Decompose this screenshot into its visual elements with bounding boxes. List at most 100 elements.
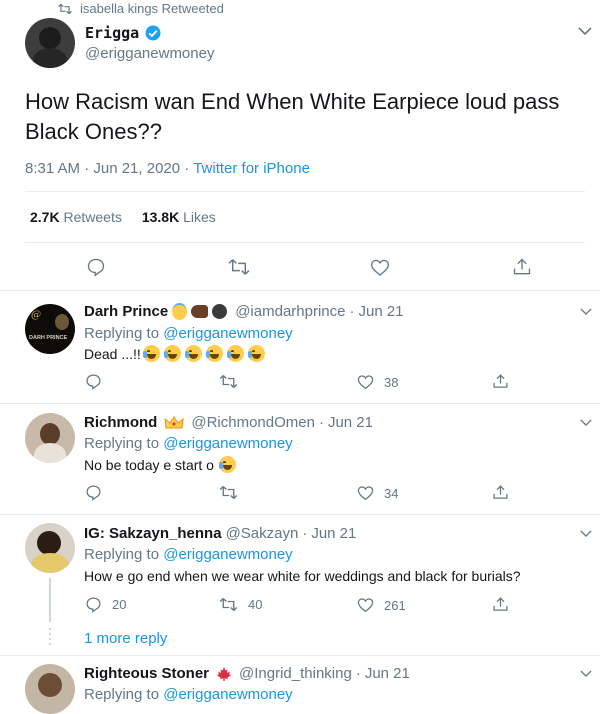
retweet-header: isabella kings Retweeted [58,1,224,16]
reply-text: Dead ...!! [84,345,141,362]
reply-author-name[interactable]: IG: Sakzayn_henna [84,525,222,542]
share-icon[interactable] [512,257,532,277]
replying-to-handle[interactable]: @erigganewmoney [163,546,292,563]
share-icon [492,484,509,501]
share-icon [492,596,509,613]
retweet-count: 40 [248,597,263,612]
reply-handle[interactable]: @Ingrid_thinking [239,665,352,682]
author-name[interactable]: Erigga [85,24,139,42]
divider [0,655,600,656]
reply-icon [85,596,102,613]
chevron-down-icon[interactable] [580,529,592,538]
tweet-source[interactable]: Twitter for iPhone [193,160,310,177]
like-button[interactable]: 34 [357,485,398,501]
heart-icon [357,597,374,613]
like-count: 38 [384,374,399,390]
reply-author-name[interactable]: Righteous Stoner [84,665,209,682]
reply-avatar[interactable] [25,664,75,714]
reply-handle[interactable]: @RichmondOmen [191,414,315,431]
angel-emoji-icon [172,303,188,320]
retweet-button[interactable]: 40 [219,597,262,612]
verified-badge-icon [144,24,162,42]
chevron-down-icon[interactable] [578,26,592,36]
share-button[interactable] [492,373,509,390]
reply-handle[interactable]: @Sakzayn [226,525,299,542]
canada-flag-icon [216,666,232,681]
reply-icon [85,373,102,390]
replying-to-handle[interactable]: @erigganewmoney [163,325,292,342]
retweets-count: 2.7K [30,209,60,225]
reply-date[interactable]: Jun 21 [358,303,403,320]
reply-avatar[interactable] [25,413,75,463]
retweets-label: Retweets [63,209,122,225]
reply-header: IG: Sakzayn_henna @Sakzayn · Jun 21 [84,525,357,542]
reply-icon[interactable] [86,257,106,277]
likes-count: 13.8K [141,209,180,225]
tears-of-joy-emoji-icon [218,456,236,473]
tweet-timestamp[interactable]: 8:31 AM · Jun 21, 2020 [25,160,180,177]
tears-of-joy-emoji-icon [142,345,266,362]
reply-avatar[interactable]: @ DARH PRINCE [25,304,75,354]
reply-author-name[interactable]: Richmond [84,414,157,431]
reply-handle[interactable]: @iamdarhprince [235,303,345,320]
author-handle[interactable]: @erigganewmoney [85,45,214,62]
retweeted-by-text: isabella kings Retweeted [80,1,224,16]
reply-text: No be today e start o [84,456,214,473]
share-button[interactable] [492,596,509,613]
reply-date[interactable]: Jun 21 [311,525,356,542]
replying-to-handle[interactable]: @erigganewmoney [163,686,292,703]
like-count: 261 [384,597,406,613]
heart-icon [357,374,374,390]
retweet-icon[interactable] [228,258,250,276]
reply-count: 20 [112,597,127,612]
heart-icon [357,485,374,501]
reply-icon [85,484,102,501]
author-avatar[interactable] [25,18,75,68]
like-count: 34 [384,485,399,501]
reply-date[interactable]: Jun 21 [365,665,410,682]
reply-author-name[interactable]: Darh Prince [84,303,168,320]
tweet-stats: 2.7K Retweets 13.8K Likes [30,209,216,225]
likes-label: Likes [183,209,216,225]
reply-button[interactable] [85,373,112,390]
share-button[interactable] [492,484,509,501]
more-replies-link[interactable]: 1 more reply [84,630,167,647]
chevron-down-icon[interactable] [580,418,592,427]
thread-line [49,578,51,622]
retweet-button[interactable] [219,374,248,389]
reply-button[interactable]: 20 [85,596,126,613]
like-button[interactable]: 261 [357,597,406,613]
tweet-meta: 8:31 AM · Jun 21, 2020 · Twitter for iPh… [25,160,310,177]
like-button[interactable]: 38 [357,374,398,390]
thread-dots [49,628,51,648]
chevron-down-icon[interactable] [580,669,592,678]
divider [0,514,600,515]
reply-button[interactable] [85,484,112,501]
heart-icon[interactable] [370,258,390,277]
share-icon [492,373,509,390]
reply-avatar[interactable] [25,523,75,573]
reply-date[interactable]: Jun 21 [328,414,373,431]
reply-text-row: No be today e start o [84,456,237,473]
replying-to: Replying to @erigganewmoney [84,686,293,703]
retweet-button[interactable] [219,485,248,500]
reply-text: How e go end when we wear white for wedd… [84,568,521,584]
reply-header: Righteous Stoner @Ingrid_thinking · Jun … [84,665,410,682]
replying-to: Replying to @erigganewmoney [84,435,293,452]
replying-to-handle[interactable]: @erigganewmoney [163,435,292,452]
chevron-down-icon[interactable] [580,307,592,316]
divider [0,290,600,291]
crown-icon [164,415,184,431]
retweet-icon [219,597,238,612]
divider [25,242,585,243]
reply-header: Richmond @RichmondOmen · Jun 21 [84,414,373,431]
author-name-row[interactable]: Erigga [85,24,162,42]
retweet-icon [58,3,72,15]
retweets-stat[interactable]: 2.7K Retweets [30,209,122,225]
replying-to: Replying to @erigganewmoney [84,325,293,342]
avatar-label: DARH PRINCE [29,335,68,341]
divider [25,191,585,192]
retweet-icon [219,485,238,500]
likes-stat[interactable]: 13.8K Likes [142,209,216,225]
tweet-text: How Racism wan End When White Earpiece l… [25,89,560,144]
